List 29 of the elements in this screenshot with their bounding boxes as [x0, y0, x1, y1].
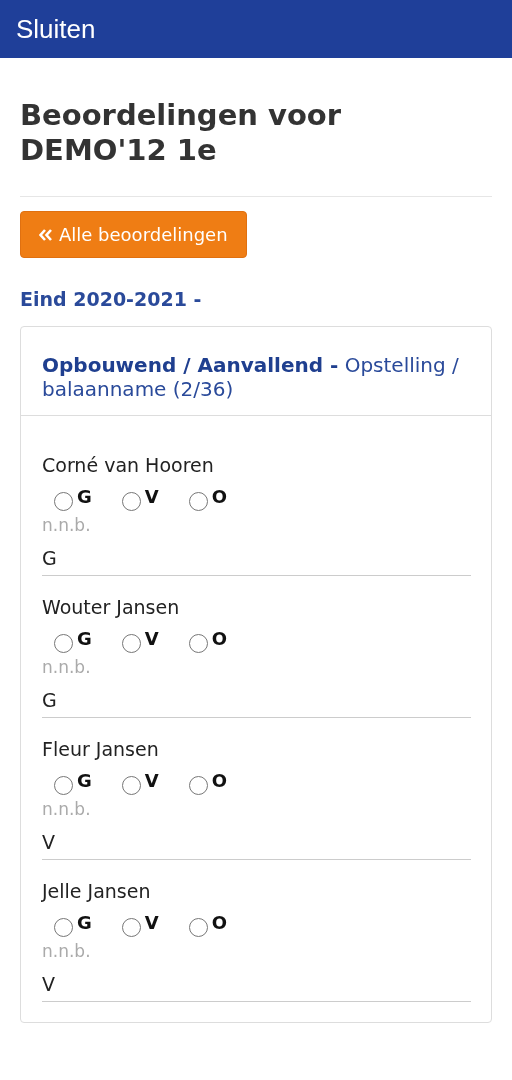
criterion-heading: Opbouwend / Aanvallend - Opstelling / balaanname (2/36) — [42, 353, 460, 401]
hint-text: n.n.b. — [42, 515, 92, 535]
period-heading: Eind 2020-2021 - — [20, 288, 203, 310]
option-label: V — [144, 628, 159, 649]
rating-value: G — [42, 689, 58, 711]
option-label: V — [144, 770, 159, 791]
option-label: G — [77, 770, 92, 791]
player-name: Jelle Jansen — [42, 880, 152, 902]
option-label: G — [77, 912, 92, 933]
option-label: G — [77, 628, 92, 649]
option-label: O — [211, 628, 228, 649]
player-name: Wouter Jansen — [42, 596, 181, 618]
option-label: G — [77, 486, 92, 507]
page-title: Beoordelingen voor DEMO'12 1e — [20, 98, 343, 168]
double-chevron-left-icon — [39, 228, 53, 241]
player-name: Corné van Hooren — [42, 454, 215, 476]
rating-value: V — [42, 973, 56, 995]
rating-value: G — [42, 547, 58, 569]
hint-text: n.n.b. — [42, 657, 92, 677]
option-label: V — [144, 486, 159, 507]
hint-text: n.n.b. — [42, 799, 92, 819]
option-label: V — [144, 912, 159, 933]
option-label: O — [211, 770, 228, 791]
rating-value: V — [42, 831, 56, 853]
hint-text: n.n.b. — [42, 941, 92, 961]
player-name: Fleur Jansen — [42, 738, 160, 760]
option-label: O — [211, 486, 228, 507]
close-button[interactable]: Sluiten — [16, 13, 96, 45]
option-label: O — [211, 912, 228, 933]
